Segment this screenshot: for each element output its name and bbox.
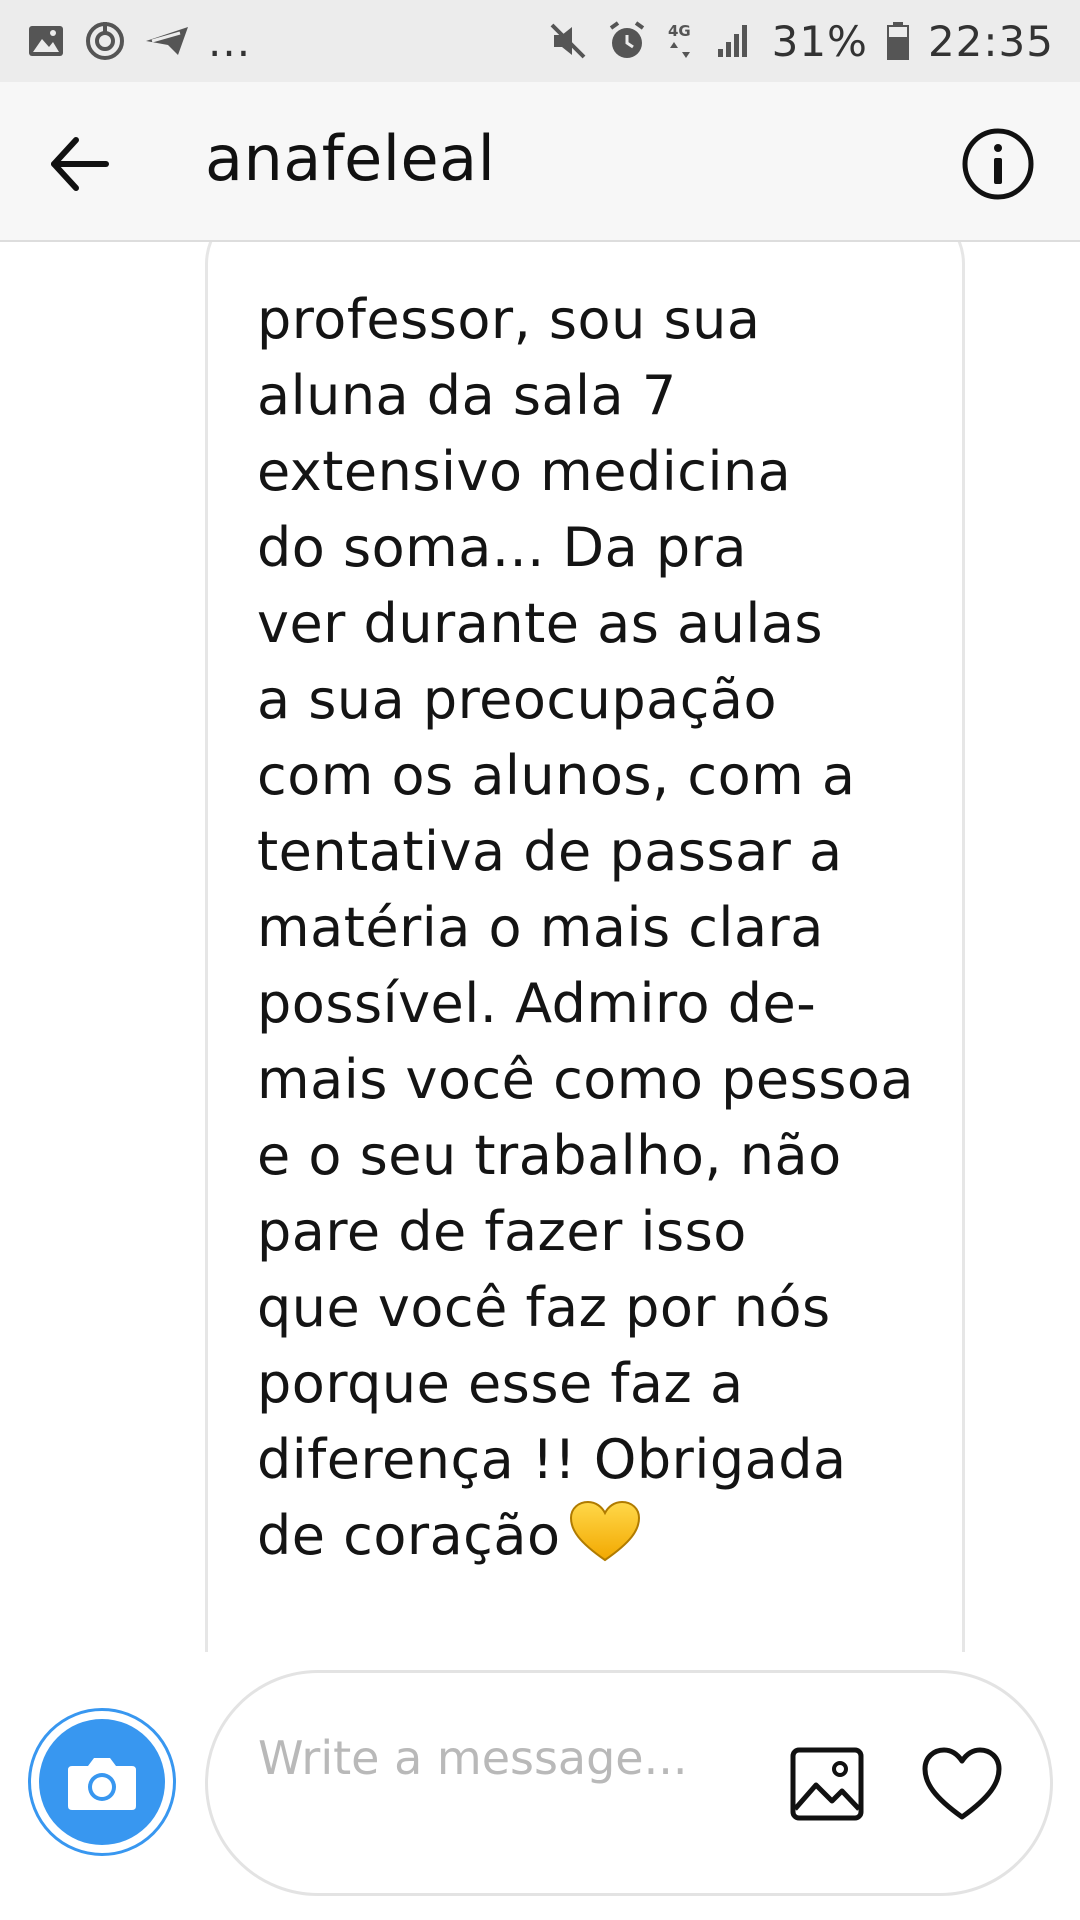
composer-bar [0, 1660, 1080, 1920]
image-icon [26, 21, 66, 61]
mute-icon [548, 21, 588, 61]
clock: 22:35 [927, 16, 1054, 66]
gallery-button[interactable] [788, 1745, 866, 1823]
conversation-header: anafeleal [0, 82, 1080, 242]
back-button[interactable] [46, 130, 114, 198]
message-composer [205, 1670, 1053, 1896]
gallery-icon [790, 1747, 864, 1821]
signal-icon [714, 21, 754, 61]
message-icon [144, 23, 190, 59]
message-text: professor, sou sua aluna da sala 7 exten… [257, 282, 957, 1574]
message-thread[interactable]: professor, sou sua aluna da sala 7 exten… [0, 242, 1080, 1652]
conversation-username[interactable]: anafeleal [205, 122, 495, 195]
heart-outline-icon [922, 1747, 1002, 1820]
status-left-group: ... [26, 17, 251, 66]
message-body: professor, sou sua aluna da sala 7 exten… [257, 288, 914, 1567]
status-right-group: 4G 31% 22:35 [548, 17, 1054, 66]
camera-icon [68, 1758, 136, 1810]
battery-percent: 31% [771, 16, 868, 66]
battery-icon [886, 21, 910, 61]
svg-text:4G: 4G [668, 22, 691, 40]
info-icon [962, 128, 1034, 200]
more-notifications: ... [208, 16, 252, 66]
yellow-heart-icon [569, 1500, 640, 1562]
camera-button-fill [39, 1719, 165, 1845]
camera-button[interactable] [28, 1708, 176, 1856]
like-button[interactable] [920, 1745, 1004, 1825]
status-bar: ... 4G 31% 22:35 [0, 0, 1080, 82]
arrow-left-icon [51, 137, 109, 191]
message-input[interactable] [258, 1725, 718, 1855]
alarm-icon [606, 20, 648, 62]
network-4g-icon: 4G [666, 20, 696, 62]
sync-icon [84, 20, 126, 62]
info-button[interactable] [960, 126, 1036, 202]
